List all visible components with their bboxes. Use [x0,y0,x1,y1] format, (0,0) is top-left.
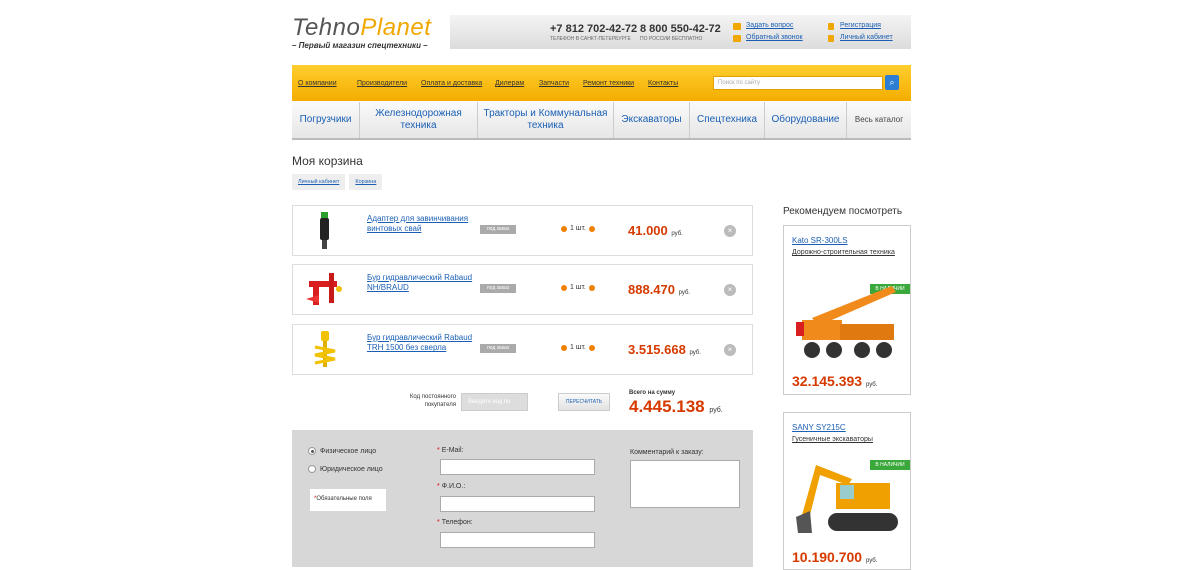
mail-icon [733,23,741,30]
recalculate-button[interactable]: пересчитать [558,393,610,411]
quantity-stepper[interactable]: 1 шт. [561,225,595,232]
category-all[interactable]: Весь каталог [847,102,911,138]
customer-code-label: Код постоянного покупателя [409,394,456,408]
breadcrumb-account[interactable]: Личный кабинет [292,174,346,190]
recommend-name[interactable]: SANY SY215C [792,423,846,432]
menu-item-manufacturers[interactable]: Производители [357,80,407,87]
radio-legal-entity[interactable]: Юридическое лицо [308,465,383,473]
increase-icon[interactable] [588,225,595,232]
recommend-category[interactable]: Гусеничные экскаваторы [792,435,902,445]
status-badge: под заказ [480,284,516,293]
cart-item: Бур гидравлический Rabaud TRH 1500 без с… [292,324,753,375]
increase-icon[interactable] [588,344,595,351]
close-icon: × [727,285,733,294]
menu-item-contacts[interactable]: Контакты [648,80,678,87]
category-equipment[interactable]: Оборудование [765,102,847,138]
email-label: * E-Mail: [437,447,464,454]
remove-item-button[interactable]: × [724,225,736,237]
callback-link[interactable]: Обратный звонок [746,34,803,41]
breadcrumb: Личный кабинет Корзина [292,174,386,190]
breadcrumb-cart[interactable]: Корзина [349,174,383,190]
menu-item-payment[interactable]: Оплата и доставка [421,80,482,87]
register-link[interactable]: Регистрация [840,22,881,29]
decrease-icon[interactable] [561,284,567,291]
crane-image[interactable] [792,278,904,368]
email-field[interactable] [440,459,595,475]
category-nav: Погрузчики Железнодорожная техника Тракт… [292,102,911,140]
item-price: 41.000 руб. [628,223,683,238]
category-tractors[interactable]: Тракторы и Коммунальная техника [478,102,614,138]
required-fields-note: *Обязательные поля [310,489,386,511]
radio-unchecked-icon[interactable] [308,465,316,473]
cart-item-name[interactable]: Бур гидравлический Rabaud TRH 1500 без с… [367,333,477,354]
recommend-title: Рекомендуем посмотреть [783,206,903,217]
recommend-card: Kato SR-300LS Дорожно-строительная техни… [783,225,911,395]
menu-item-parts[interactable]: Запчасти [539,80,569,87]
category-loaders[interactable]: Погрузчики [292,102,360,138]
ask-question-link[interactable]: Задать вопрос [746,22,793,29]
phone-icon [733,35,741,42]
decrease-icon[interactable] [561,225,567,232]
drill-image[interactable] [303,329,345,371]
cart-item: Бур гидравлический Rabaud NH/BRAUD под з… [292,264,753,315]
search-button[interactable]: ⌕ [885,75,899,90]
quantity-stepper[interactable]: 1 шт. [561,344,595,351]
menu-item-dealers[interactable]: Дилерам [495,80,524,87]
customer-code-input[interactable]: Введите код по [461,393,528,411]
quantity-stepper[interactable]: 1 шт. [561,284,595,291]
category-excavators[interactable]: Экскаваторы [614,102,690,138]
cart-item-name[interactable]: Бур гидравлический Rabaud NH/BRAUD [367,273,477,294]
recommend-price: 32.145.393 руб. [792,373,878,389]
category-railway[interactable]: Железнодорожная техника [360,102,478,138]
decrease-icon[interactable] [561,344,567,351]
lock-icon [828,35,834,42]
search-icon: ⌕ [889,77,895,87]
remove-item-button[interactable]: × [724,344,736,356]
close-icon: × [727,345,733,354]
status-badge: под заказ [480,344,516,353]
auger-image[interactable] [303,269,345,311]
increase-icon[interactable] [588,284,595,291]
adapter-image[interactable] [303,210,345,252]
recommend-category[interactable]: Дорожно-строительная техника [792,248,902,258]
item-price: 888.470 руб. [628,282,691,297]
main-menu: О компании Производители Оплата и достав… [292,65,911,101]
phone-spb: +7 812 702-42-72 телефон в Санкт-Петербур… [550,23,638,42]
recommend-name[interactable]: Kato SR-300LS [792,236,848,245]
menu-item-repair[interactable]: Ремонт техники [583,80,634,87]
remove-item-button[interactable]: × [724,284,736,296]
account-link[interactable]: Личный кабинет [840,34,893,41]
order-form: Физическое лицо Юридическое лицо *Обязат… [292,430,753,567]
phone-field[interactable] [440,532,595,548]
page-title: Моя корзина [292,154,363,168]
comment-label: Комментарий к заказу: [630,449,704,456]
cart-item: Адаптер для завинчивания винтовых свай п… [292,205,753,256]
radio-checked-icon[interactable] [308,447,316,455]
close-icon: × [727,226,733,235]
total-label: Всего на сумму [629,390,676,396]
phone-label: * Телефон: [437,519,473,526]
total-sum: 4.445.138 руб. [629,397,723,416]
name-label: * Ф.И.О.: [437,483,466,490]
excavator-image[interactable] [792,455,904,545]
name-field[interactable] [440,496,595,512]
recommend-price: 10.190.700 руб. [792,549,878,565]
tagline: – Первый магазин спецтехники – [292,41,428,50]
logo[interactable]: TehnoPlanet [292,14,431,42]
cart-item-name[interactable]: Адаптер для завинчивания винтовых свай [367,214,477,235]
category-special[interactable]: Спецтехника [690,102,765,138]
search-input[interactable]: Поиск по сайту [713,76,883,90]
comment-textarea[interactable] [630,460,740,508]
phone-russia: 8 800 550-42-72 по России бесплатно [640,23,721,42]
recommend-card: SANY SY215C Гусеничные экскаваторы в нал… [783,412,911,570]
contact-bar: +7 812 702-42-72 телефон в Санкт-Петербур… [450,15,911,49]
status-badge: под заказ [480,225,516,234]
menu-item-about[interactable]: О компании [298,80,337,87]
user-icon [828,23,834,30]
radio-individual[interactable]: Физическое лицо [308,447,376,455]
item-price: 3.515.668 руб. [628,342,701,357]
